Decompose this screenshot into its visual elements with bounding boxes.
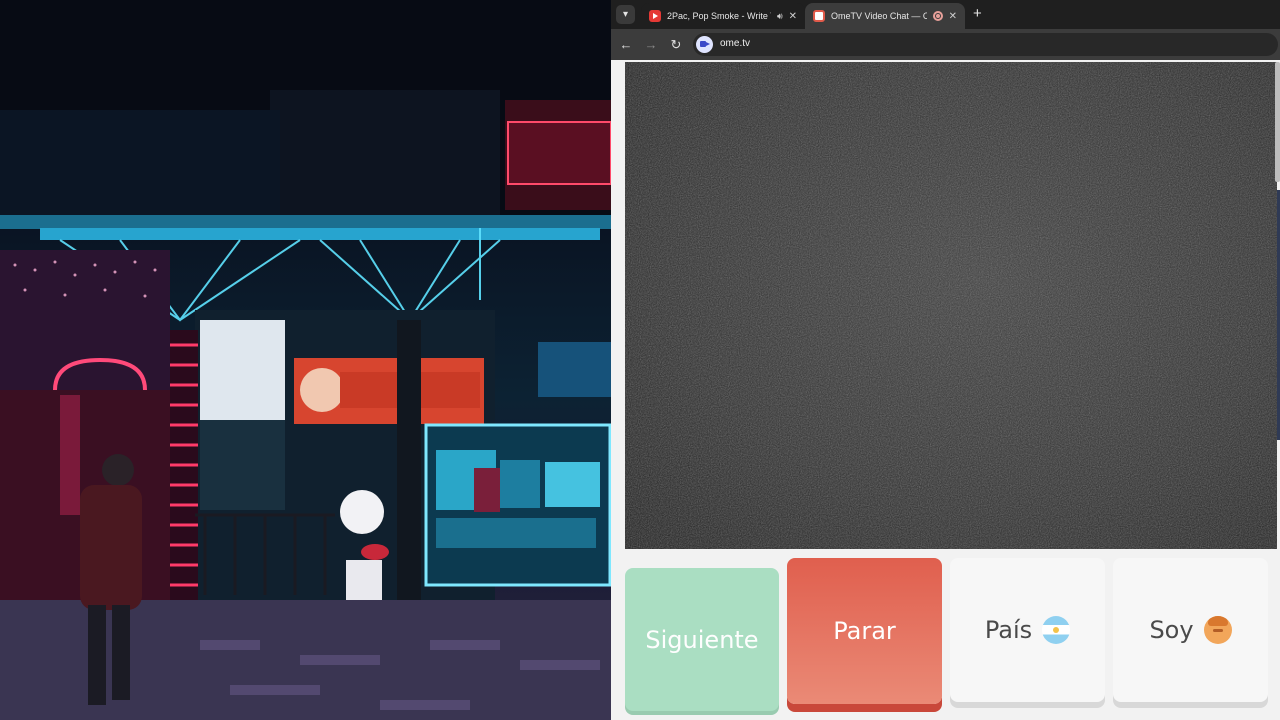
new-tab-plus-icon[interactable]: + (973, 5, 982, 23)
stop-label: Parar (833, 617, 896, 645)
argentina-flag-icon (1042, 616, 1071, 644)
tab-title: OmeTV Video Chat — Ome (831, 11, 927, 21)
close-icon[interactable]: ✕ (789, 11, 797, 22)
page-viewport: Siguiente Parar País Soy (611, 60, 1280, 720)
forward-arrow-icon[interactable]: → (641, 35, 661, 55)
country-button[interactable]: País (950, 558, 1105, 702)
address-bar[interactable]: ome.tv (693, 33, 1278, 56)
tab-strip: ▾ 2Pac, Pop Smoke - Write Th 🔊︎ ✕ OmeTV … (611, 0, 1280, 29)
scrollbar[interactable] (1275, 62, 1280, 182)
reload-icon[interactable]: ↻ (666, 35, 686, 55)
tab-ometv[interactable]: OmeTV Video Chat — Ome ✕ (805, 3, 965, 29)
close-icon[interactable]: ✕ (949, 11, 957, 22)
gender-button[interactable]: Soy (1113, 558, 1268, 702)
boy-avatar-icon (1203, 616, 1232, 644)
tab-youtube[interactable]: 2Pac, Pop Smoke - Write Th 🔊︎ ✕ (641, 3, 805, 29)
browser-window: ▾ 2Pac, Pop Smoke - Write Th 🔊︎ ✕ OmeTV … (611, 0, 1280, 720)
country-label: País (984, 616, 1033, 644)
youtube-icon (649, 10, 661, 22)
night-street-scene (0, 0, 611, 720)
gender-label: Soy (1149, 616, 1194, 644)
ometv-icon (813, 10, 825, 22)
site-info-icon[interactable] (696, 36, 713, 53)
next-button[interactable]: Siguiente (625, 568, 779, 711)
speaker-icon[interactable]: 🔊︎ (777, 11, 783, 22)
url-text: ome.tv (720, 38, 751, 49)
tab-search-chevron-down-icon[interactable]: ▾ (616, 5, 635, 24)
desktop-wallpaper (0, 0, 611, 720)
screen: ▾ 2Pac, Pop Smoke - Write Th 🔊︎ ✕ OmeTV … (0, 0, 1280, 720)
video-noise (625, 62, 1277, 549)
next-label: Siguiente (645, 625, 759, 654)
tab-title: 2Pac, Pop Smoke - Write Th (667, 11, 771, 21)
remote-video-static (625, 62, 1277, 549)
recording-icon (932, 11, 943, 21)
back-arrow-icon[interactable]: ← (616, 35, 636, 55)
stop-button[interactable]: Parar (787, 558, 942, 704)
browser-toolbar: ← → ↻ ome.tv (611, 29, 1280, 60)
